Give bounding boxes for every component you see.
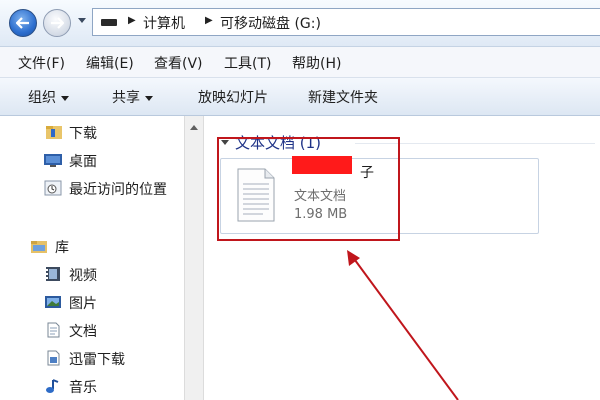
breadcrumb-computer[interactable]: 计算机 [143, 13, 185, 33]
documents-icon [47, 322, 60, 338]
address-row: ▶ 计算机 ▶ 可移动磁盘 (G:) [0, 0, 600, 47]
nav-item-desktop[interactable]: 桌面 [0, 148, 184, 172]
menu-tools[interactable]: 工具(T) [224, 53, 271, 73]
nav-label: 音乐 [69, 380, 97, 396]
share-button[interactable]: 共享 [112, 87, 153, 107]
menu-edit[interactable]: 编辑(E) [86, 53, 134, 73]
arrow-left-icon [16, 17, 29, 29]
recent-pages-dropdown[interactable] [78, 18, 86, 23]
annotation-highlight-box [217, 137, 400, 241]
nav-label: 下载 [69, 126, 97, 142]
desktop-icon [44, 154, 62, 167]
nav-label: 视频 [69, 268, 97, 284]
breadcrumb-drive[interactable]: 可移动磁盘 (G:) [220, 13, 321, 33]
nav-label: 文档 [69, 324, 97, 340]
breadcrumb-chevron-icon[interactable]: ▶ [205, 15, 213, 26]
nav-item-pictures[interactable]: 图片 [0, 290, 184, 314]
forward-button[interactable] [43, 9, 71, 37]
menu-file[interactable]: 文件(F) [18, 53, 65, 73]
share-label: 共享 [112, 90, 140, 106]
nav-item-music[interactable]: 音乐 [0, 374, 184, 398]
organize-button[interactable]: 组织 [28, 87, 69, 107]
chevron-down-icon [145, 95, 153, 101]
scroll-up-arrow-icon[interactable] [190, 125, 198, 130]
menu-bar: 文件(F) 编辑(E) 查看(V) 工具(T) 帮助(H) [0, 47, 600, 78]
menu-view[interactable]: 查看(V) [154, 53, 203, 73]
music-icon [46, 379, 59, 393]
back-button[interactable] [9, 9, 37, 37]
nav-label: 库 [55, 240, 69, 256]
video-icon [46, 267, 60, 281]
nav-item-recent[interactable]: 最近访问的位置 [0, 176, 184, 200]
nav-item-libraries[interactable]: 库 [0, 234, 184, 258]
nav-label: 最近访问的位置 [69, 182, 167, 198]
slideshow-button[interactable]: 放映幻灯片 [198, 87, 268, 107]
nav-item-thunder-download[interactable]: 迅雷下载 [0, 346, 184, 370]
arrow-right-icon [51, 17, 64, 29]
nav-item-downloads[interactable]: 下载 [0, 120, 184, 144]
command-bar: 组织 共享 放映幻灯片 新建文件夹 [0, 78, 600, 116]
organize-label: 组织 [28, 90, 56, 106]
libraries-icon [31, 241, 47, 253]
nav-label: 桌面 [69, 154, 97, 170]
address-bar[interactable]: ▶ 计算机 ▶ 可移动磁盘 (G:) [92, 8, 600, 36]
chevron-down-icon [61, 95, 69, 101]
breadcrumb-chevron-icon[interactable]: ▶ [128, 15, 136, 26]
nav-label: 图片 [69, 296, 97, 312]
menu-help[interactable]: 帮助(H) [292, 53, 341, 73]
drive-icon [101, 19, 117, 26]
navigation-pane: 下载 桌面 最近访问的位置 库 视频 图片 文档 迅雷下载 音乐 [0, 116, 184, 400]
nav-item-documents[interactable]: 文档 [0, 318, 184, 342]
nav-label: 迅雷下载 [69, 352, 125, 368]
pictures-icon [45, 296, 61, 308]
recent-places-icon [44, 180, 62, 196]
thunder-download-icon [47, 350, 60, 366]
downloads-folder-icon [46, 126, 62, 139]
new-folder-button[interactable]: 新建文件夹 [308, 87, 378, 107]
nav-pane-scrollbar[interactable] [184, 116, 204, 400]
nav-item-videos[interactable]: 视频 [0, 262, 184, 286]
